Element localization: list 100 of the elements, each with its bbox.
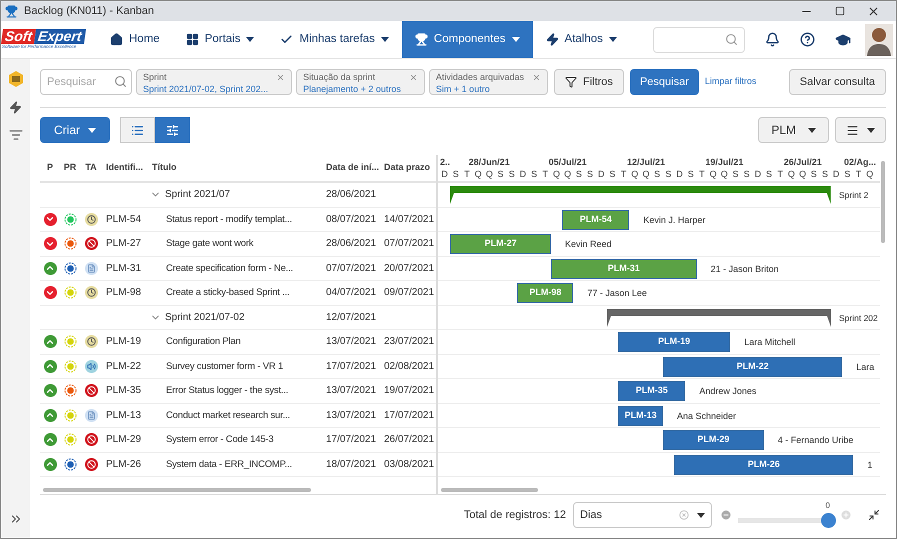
task-bar[interactable]: PLM-27 [450,234,551,254]
day-label: Q [641,168,650,182]
day-label: T [854,168,862,182]
nav-tab[interactable]: Home [97,21,173,58]
table-cell-text: PLM-13 [105,408,142,423]
task-bar[interactable]: PLM-26 [674,454,854,474]
lightning-icon[interactable] [9,101,22,114]
task-bar[interactable]: PLM-31 [551,258,697,278]
avatar[interactable] [865,24,893,56]
filter-icon [564,76,577,88]
sprint-bar[interactable] [450,186,831,204]
week-label: 19/Jul/21 [704,156,744,168]
scrollbar[interactable] [441,488,538,492]
table-cell-text: 12/07/2021 [325,310,376,325]
scrollbar[interactable] [43,488,311,492]
day-label: S [664,168,672,182]
column-header[interactable]: TA [80,161,102,175]
task-bar[interactable]: PLM-29 [663,430,764,450]
list-view-button[interactable] [120,117,155,143]
chip-value: Sim + 1 outro [436,83,491,95]
table-cell: Survey customer form - VR 1 [166,360,284,372]
table-cell-text: PLM-29 [105,433,142,448]
column-header[interactable]: Identifi... [102,161,148,175]
task-bar[interactable]: PLM-35 [618,381,686,401]
maximize-icon[interactable] [835,6,845,16]
day-label: D [832,168,840,182]
filter-chip[interactable]: Atividades arquivadas Sim + 1 outro [428,69,548,95]
search-button[interactable]: Pesquisar [630,69,699,95]
caret-icon [697,512,705,518]
search-field[interactable]: Pesquisar [40,69,132,95]
week-label: 02/Ag... [842,156,877,169]
column-header[interactable]: PR [60,161,80,175]
nav-tab[interactable]: Atalhos [532,21,630,58]
day-label: Q [552,168,561,182]
kanban-board-icon[interactable] [8,71,24,87]
search-field[interactable] [653,26,745,52]
caret-icon [867,128,875,132]
clear-filters-link[interactable]: Limpar filtros [704,75,756,89]
zoom-reading: 0 [826,500,830,512]
day-label: Q [720,168,729,182]
bell-icon[interactable] [765,32,780,47]
day-label: T [620,168,628,182]
filter-chip[interactable]: Situação da sprint Planejamento + 2 outros [296,69,425,95]
slider-thumb[interactable] [821,513,836,528]
task-bar[interactable]: PLM-54 [562,210,630,230]
table-cell-text: 17/07/2021 [325,433,378,448]
day-label: D [518,168,528,182]
week-label: 2.. [439,156,450,168]
scale-dropdown[interactable]: Dias [573,502,712,528]
window-title: Backlog (KN011) - Kanban [24,4,154,19]
graduation-cap-icon[interactable] [835,32,851,48]
column-header[interactable]: P [40,161,60,175]
table-cell-text: 13/07/2021 [325,384,378,398]
task-bar[interactable]: PLM-98 [517,283,574,303]
day-label: S [686,168,695,182]
table-cell: Create a sticky-based Sprint ... [166,287,290,298]
collapse-icon[interactable] [868,509,880,521]
close-icon[interactable] [867,4,880,18]
table-cell-text: 07/07/2021 [325,262,378,276]
help-icon[interactable] [800,32,815,47]
assignee-label: Andrew Jones [699,385,756,398]
filter-chip[interactable]: Sprint Sprint 2021/07-02, Sprint 202... [136,69,292,95]
day-label: Q [708,168,718,182]
nav-tab[interactable]: Minhas tarefas [267,21,402,58]
sprint-bar[interactable] [607,308,831,326]
nav-tab[interactable]: Componentes [402,21,533,58]
filter-button[interactable]: Filtros [554,69,624,95]
zoom-out-icon[interactable] [720,509,732,521]
project-dropdown[interactable]: PLM [758,117,829,143]
scrollbar[interactable] [881,161,885,243]
table-cell-text: PLM-98 [105,286,142,300]
gantt-view-button[interactable] [155,117,190,143]
trophy-icon [414,33,428,46]
chip-label: Sprint [143,71,168,83]
task-bar[interactable]: PLM-19 [618,332,730,352]
day-label: S [508,168,516,182]
day-label: D [754,168,762,182]
assignee-label: Ana Schneider [677,410,736,422]
home-icon [110,33,123,46]
create-button[interactable]: Criar [40,117,110,143]
day-label: S [810,168,818,182]
column-header[interactable]: Data de iní... [322,161,380,175]
save-query-button[interactable]: Salvar consulta [788,69,886,95]
day-label: S [608,168,616,182]
task-bar[interactable]: PLM-22 [663,356,842,376]
day-label: S [742,168,751,182]
column-header[interactable]: Data prazo [380,161,436,175]
table-cell-text: PLM-31 [105,262,142,276]
column-header[interactable]: Título [148,161,322,175]
table-cell: Error Status logger - the syst... [166,385,288,396]
table-cell-text: 17/07/2021 [383,408,436,423]
nav-tab[interactable]: Portais [172,21,268,58]
task-bar[interactable]: PLM-13 [618,406,663,426]
day-label: S [843,168,852,182]
options-dropdown[interactable] [835,117,886,143]
filter-icon[interactable] [8,128,22,142]
table-cell-text: 04/07/2021 [325,286,378,300]
day-label: D [596,168,606,182]
table-cell-text: PLM-26 [105,458,142,472]
day-label: S [586,168,594,182]
